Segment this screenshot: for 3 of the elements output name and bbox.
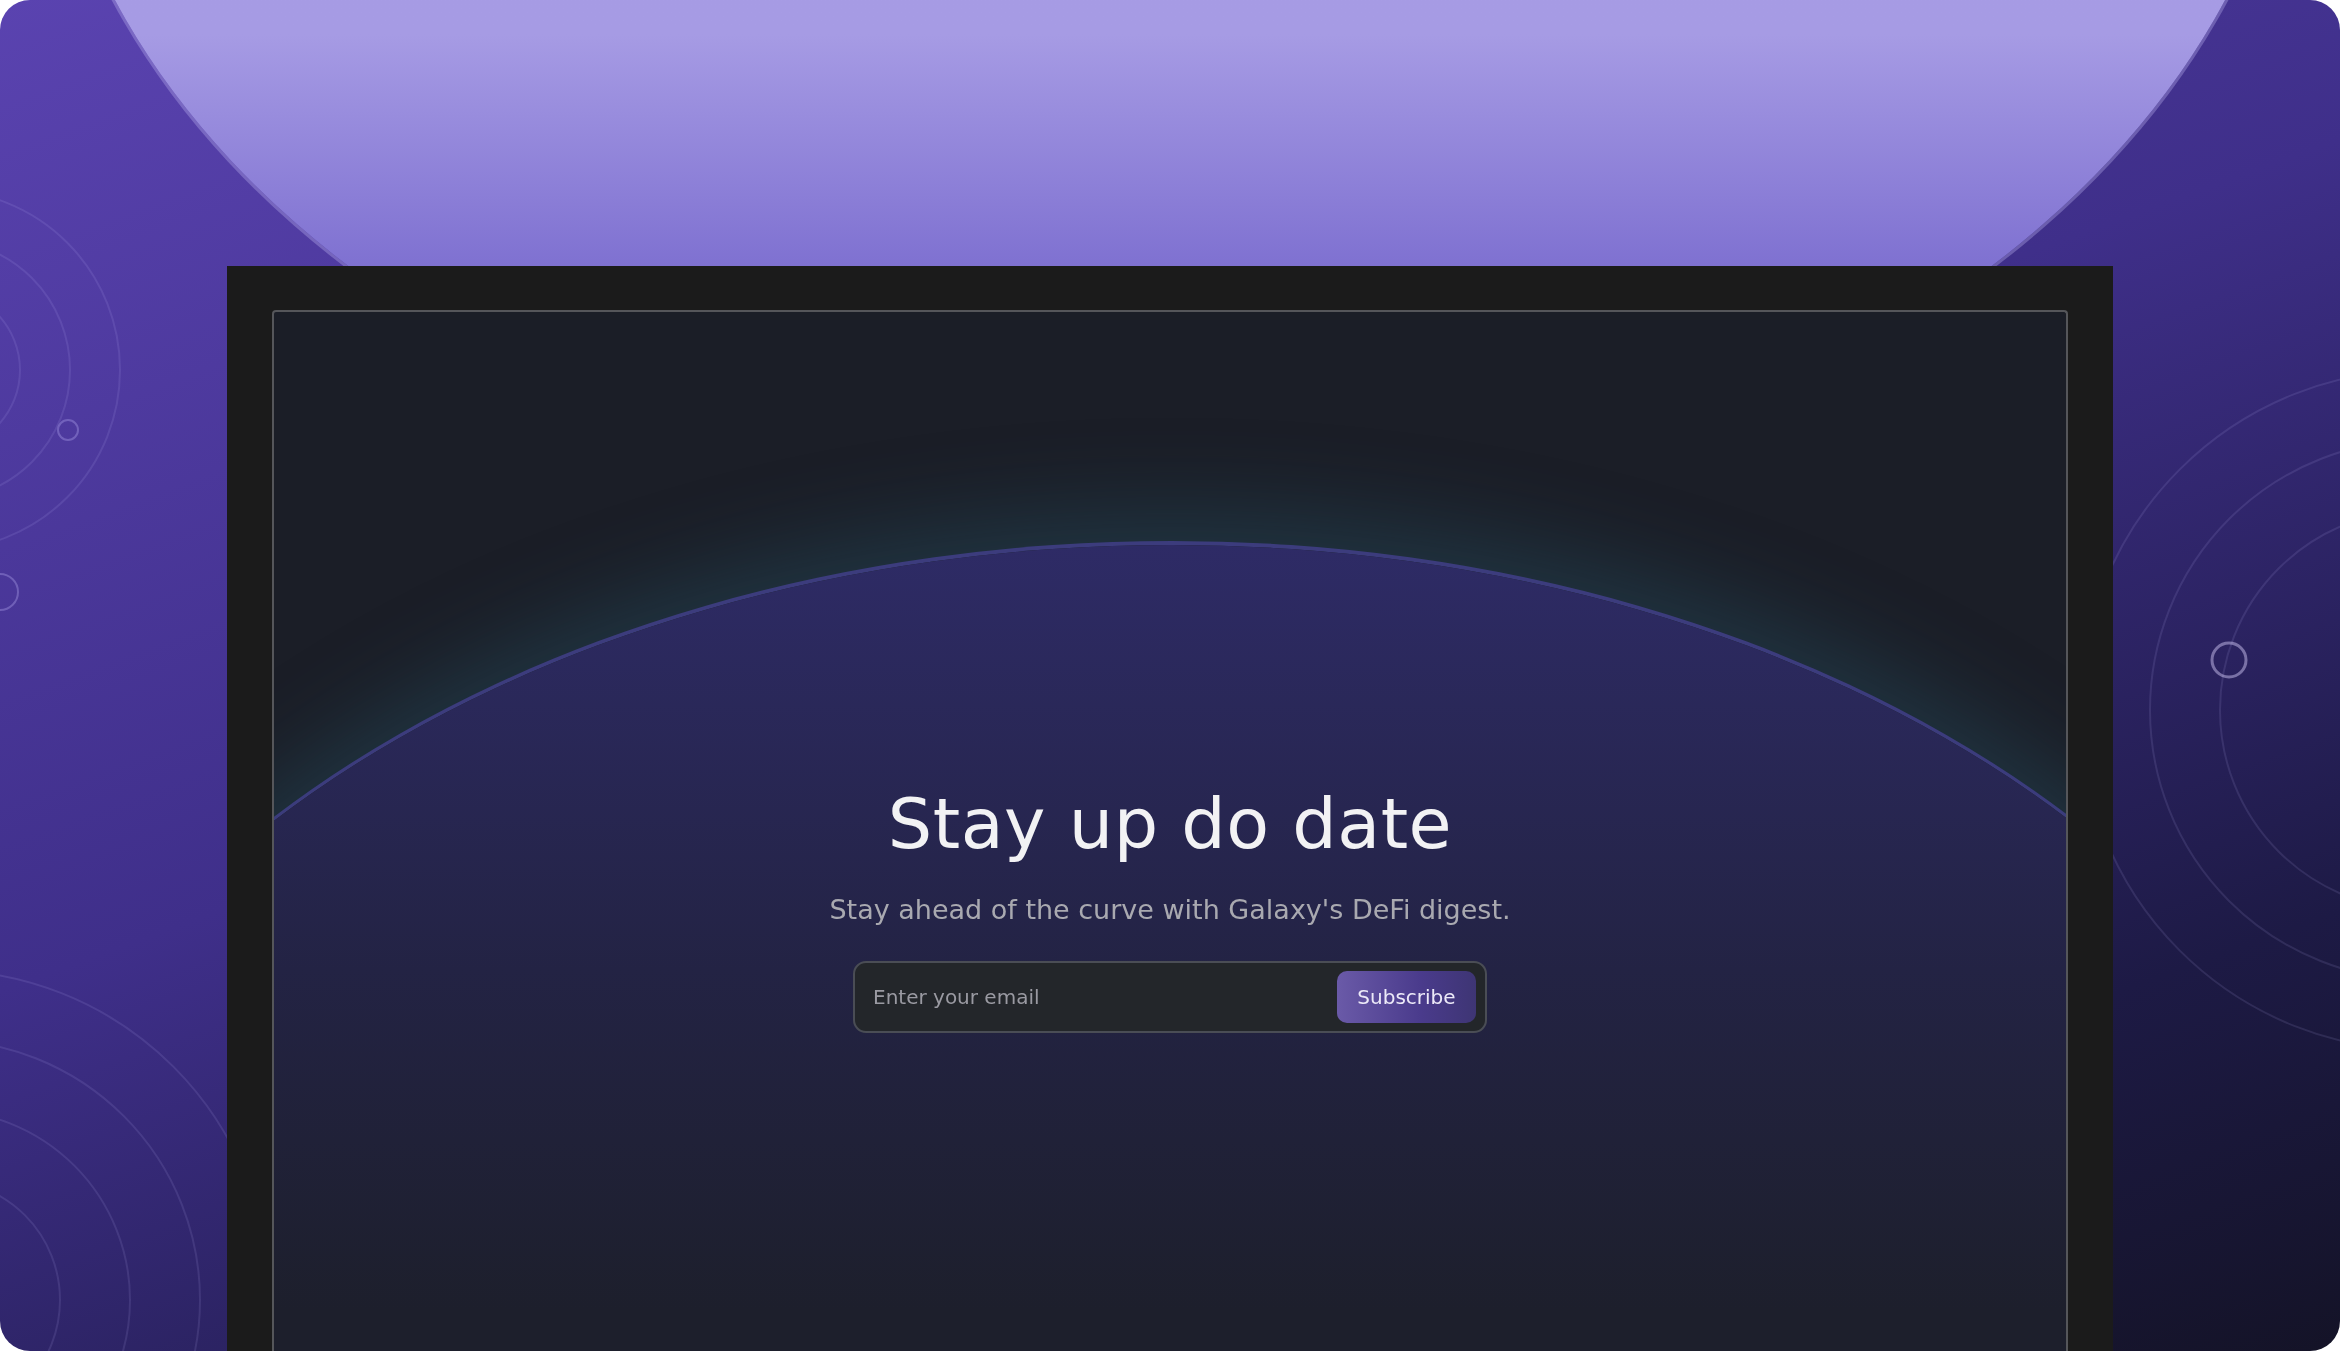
subscribe-button[interactable]: Subscribe (1337, 971, 1476, 1023)
subtitle: Stay ahead of the curve with Galaxy's DeFi digest. (829, 894, 1511, 925)
heading: Stay up do date (887, 782, 1453, 866)
